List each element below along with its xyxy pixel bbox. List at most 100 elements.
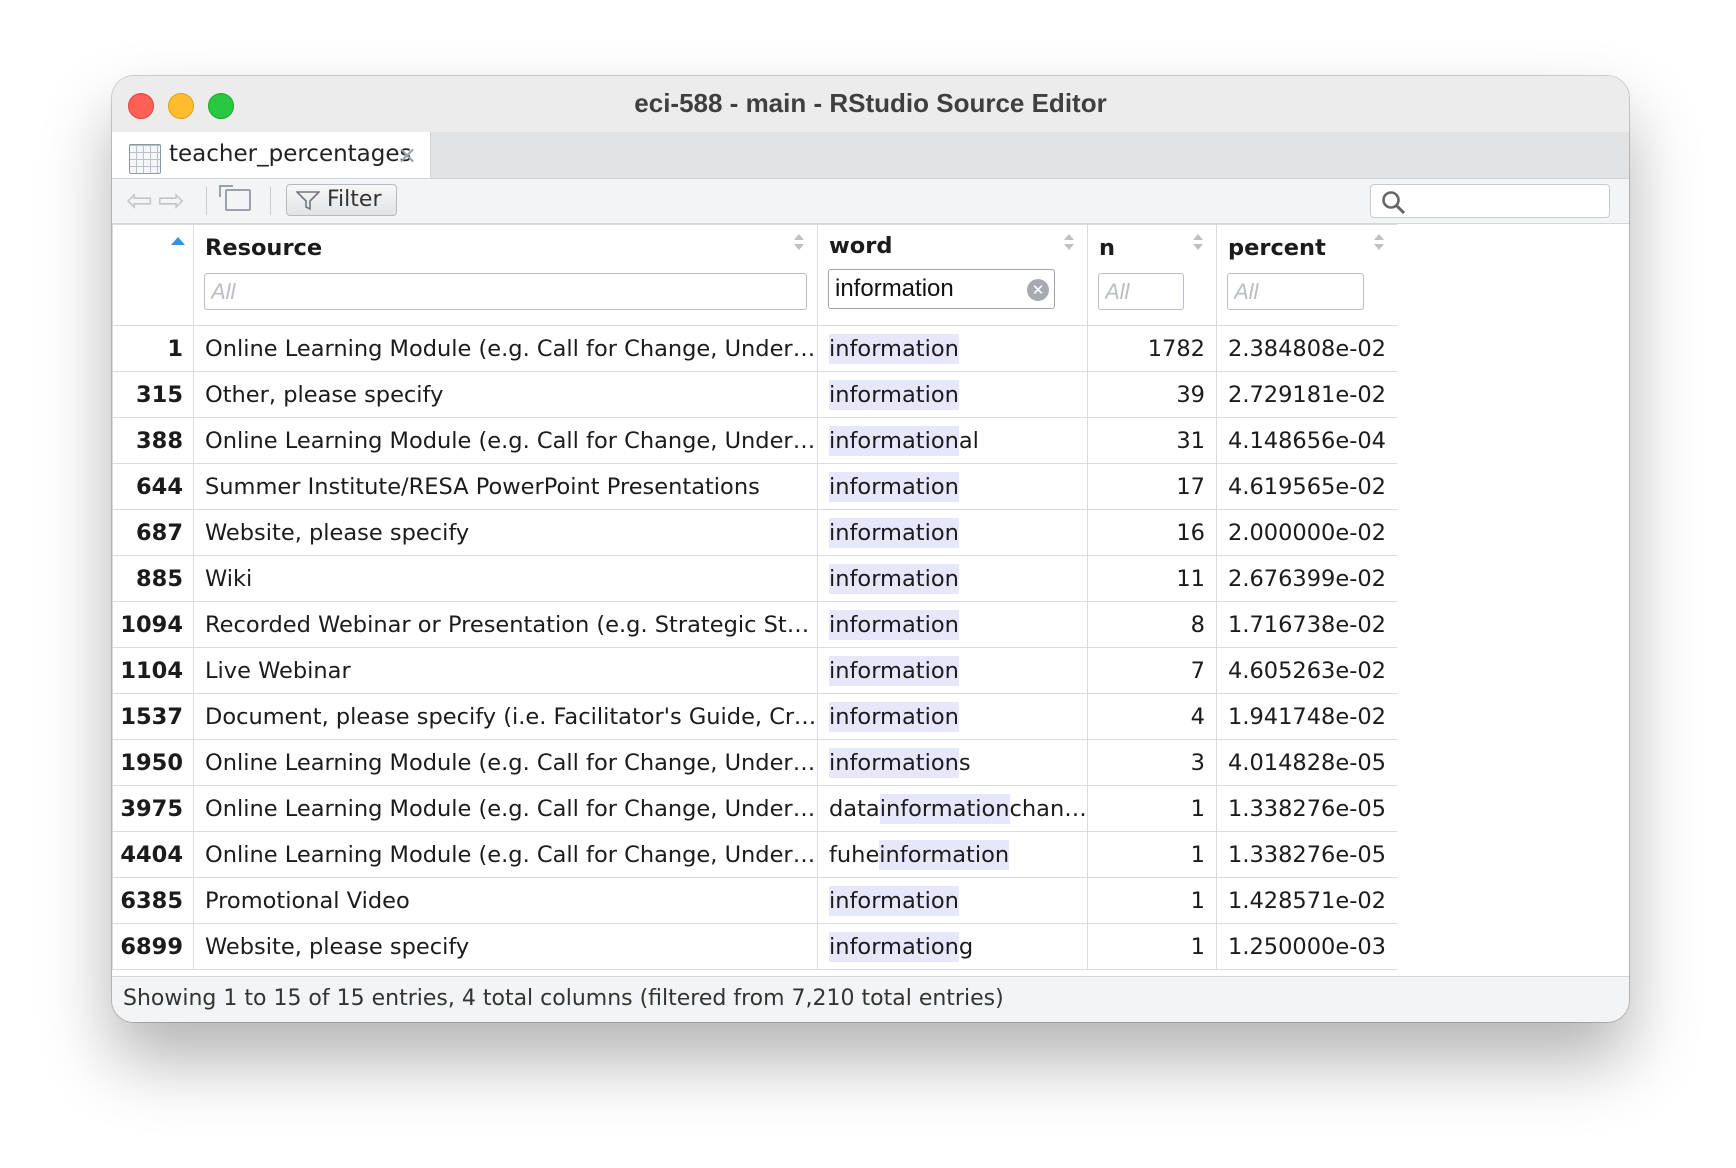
row-index-cell: 4404: [112, 831, 194, 878]
search-highlight: information: [829, 655, 959, 686]
table-row[interactable]: 6899 Website, please specify informationg 1…: [112, 923, 1397, 970]
word-suffix: al: [958, 427, 979, 454]
percent-cell: 1.941748e-02: [1216, 693, 1397, 740]
sort-icon[interactable]: [1374, 234, 1384, 254]
tab-teacher-percentages[interactable]: teacher_percentages ×: [112, 132, 431, 178]
table-row[interactable]: 4404 Online Learning Module (e.g. Call fo…: [112, 831, 1397, 878]
column-label: word: [829, 233, 893, 259]
sort-ascending-icon[interactable]: [171, 237, 185, 245]
n-cell: 11: [1087, 555, 1217, 602]
row-index-cell: 6385: [112, 877, 194, 924]
row-index-header[interactable]: [112, 224, 194, 326]
percent-cell: 2.000000e-02: [1216, 509, 1397, 556]
search-input[interactable]: [1417, 189, 1601, 215]
table-row[interactable]: 1537 Document, please specify (i.e. Facil…: [112, 693, 1397, 740]
table-row[interactable]: 1 Online Learning Module (e.g. Call for C…: [112, 325, 1397, 372]
word-cell: information: [817, 647, 1088, 694]
resource-filter-input[interactable]: [204, 273, 807, 310]
title-bar: eci-588 - main - RStudio Source Editor: [112, 76, 1629, 132]
percent-cell: 2.676399e-02: [1216, 555, 1397, 602]
percent-filter-input[interactable]: [1227, 273, 1364, 310]
word-cell: informational: [817, 417, 1088, 464]
resource-cell: Online Learning Module (e.g. Call for Ch…: [193, 739, 818, 786]
row-index-cell: 6899: [112, 923, 194, 970]
row-index-cell: 1104: [112, 647, 194, 694]
word-prefix: fuhe: [829, 841, 880, 868]
row-index-cell: 644: [112, 463, 194, 510]
toolbar-divider: [270, 187, 271, 215]
word-cell: information: [817, 463, 1088, 510]
row-index-cell: 1094: [112, 601, 194, 648]
tab-bar: teacher_percentages ×: [112, 132, 1629, 179]
filter-button[interactable]: Filter: [286, 184, 397, 216]
search-highlight: information: [829, 333, 959, 364]
tab-close-icon[interactable]: ×: [397, 141, 417, 169]
column-header-word[interactable]: word ✕: [817, 224, 1088, 326]
word-prefix: data: [829, 795, 880, 822]
sort-icon[interactable]: [794, 234, 804, 254]
percent-cell: 1.428571e-02: [1216, 877, 1397, 924]
sort-icon[interactable]: [1193, 234, 1203, 254]
word-cell: datainformationchange: [817, 785, 1088, 832]
column-label: n: [1099, 235, 1116, 261]
word-suffix: change: [1009, 795, 1088, 822]
forward-arrow-icon[interactable]: ⇨: [158, 184, 185, 216]
percent-cell: 4.148656e-04: [1216, 417, 1397, 464]
status-bar: Showing 1 to 15 of 15 entries, 4 total c…: [112, 976, 1629, 1022]
n-filter-input[interactable]: [1098, 273, 1184, 310]
row-index-cell: 687: [112, 509, 194, 556]
resource-cell: Wiki: [193, 555, 818, 602]
search-box[interactable]: [1370, 184, 1610, 218]
back-arrow-icon[interactable]: ⇦: [126, 184, 153, 216]
status-text: Showing 1 to 15 of 15 entries, 4 total c…: [123, 986, 1004, 1011]
table-row[interactable]: 885 Wiki information 11 2.676399e-02: [112, 555, 1397, 602]
resource-cell: Online Learning Module (e.g. Call for Ch…: [193, 325, 818, 372]
table-row[interactable]: 6385 Promotional Video information 1 1.42857…: [112, 877, 1397, 924]
percent-cell: 2.384808e-02: [1216, 325, 1397, 372]
table-row[interactable]: 1094 Recorded Webinar or Presentation (e.…: [112, 601, 1397, 648]
search-highlight: information: [829, 609, 959, 640]
resource-cell: Online Learning Module (e.g. Call for Ch…: [193, 831, 818, 878]
n-cell: 1: [1087, 831, 1217, 878]
table-row[interactable]: 388 Online Learning Module (e.g. Call for…: [112, 417, 1397, 464]
column-header-resource[interactable]: Resource: [193, 224, 818, 326]
word-cell: information: [817, 693, 1088, 740]
percent-cell: 4.619565e-02: [1216, 463, 1397, 510]
search-highlight: information: [829, 563, 959, 594]
table-row[interactable]: 1104 Live Webinar information 7 4.605263e-02: [112, 647, 1397, 694]
percent-cell: 1.250000e-03: [1216, 923, 1397, 970]
sort-icon[interactable]: [1064, 234, 1074, 254]
search-highlight: information: [829, 425, 959, 456]
table-row[interactable]: 644 Summer Institute/RESA PowerPoint Pres…: [112, 463, 1397, 510]
resource-cell: Document, please specify (i.e. Facilitat…: [193, 693, 818, 740]
resource-cell: Website, please specify: [193, 923, 818, 970]
resource-cell: Live Webinar: [193, 647, 818, 694]
column-header-percent[interactable]: percent: [1216, 224, 1397, 326]
column-label: percent: [1228, 235, 1326, 261]
search-highlight: information: [829, 885, 959, 916]
n-cell: 1782: [1087, 325, 1217, 372]
table-row[interactable]: 3975 Online Learning Module (e.g. Call fo…: [112, 785, 1397, 832]
header-row: Resource word ✕ n: [112, 224, 1397, 326]
percent-cell: 1.338276e-05: [1216, 831, 1397, 878]
table-row[interactable]: 315 Other, please specify information 39 2.7…: [112, 371, 1397, 418]
n-cell: 4: [1087, 693, 1217, 740]
n-cell: 16: [1087, 509, 1217, 556]
percent-cell: 1.338276e-05: [1216, 785, 1397, 832]
clear-filter-icon[interactable]: ✕: [1027, 279, 1049, 301]
word-cell: information: [817, 601, 1088, 648]
show-in-new-window-icon[interactable]: [219, 185, 251, 211]
resource-cell: Summer Institute/RESA PowerPoint Present…: [193, 463, 818, 510]
table-row[interactable]: 687 Website, please specify information 16 2…: [112, 509, 1397, 556]
table-row[interactable]: 1950 Online Learning Module (e.g. Call fo…: [112, 739, 1397, 786]
funnel-icon: [296, 191, 320, 211]
search-highlight: information: [879, 839, 1010, 870]
word-filter-input[interactable]: [828, 269, 1055, 309]
tab-label: teacher_percentages: [169, 141, 412, 167]
column-header-n[interactable]: n: [1087, 224, 1217, 326]
search-icon: [1382, 191, 1406, 215]
resource-cell: Other, please specify: [193, 371, 818, 418]
rstudio-window: eci-588 - main - RStudio Source Editor t…: [112, 76, 1629, 1022]
data-grid: Resource word ✕ n: [112, 224, 1397, 976]
word-cell: informations: [817, 739, 1088, 786]
